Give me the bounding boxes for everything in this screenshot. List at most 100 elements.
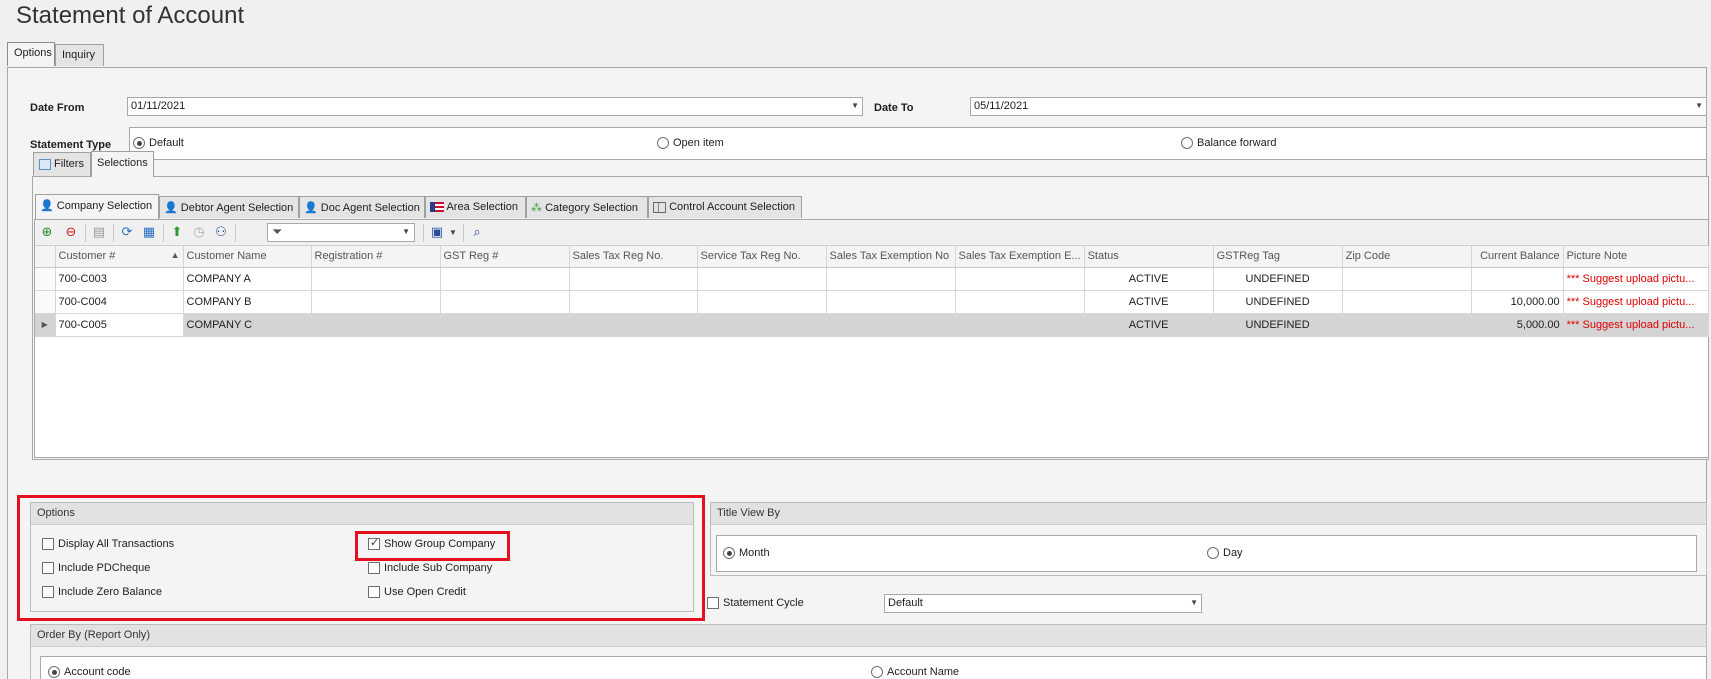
- checkbox-icon[interactable]: [42, 562, 54, 575]
- cell-current-balance[interactable]: [1471, 267, 1564, 291]
- header-gst-reg[interactable]: GST Reg #: [440, 246, 570, 268]
- cell-sales-tax-exemption-no[interactable]: [826, 267, 956, 291]
- cell-picture-note[interactable]: *** Suggest upload pictu...: [1563, 290, 1709, 314]
- header-status[interactable]: Status: [1084, 246, 1214, 268]
- radio-icon[interactable]: [48, 666, 60, 679]
- radio-icon[interactable]: [871, 666, 883, 679]
- grid-layout-icon[interactable]: ▦: [141, 225, 157, 241]
- title-view-month[interactable]: Month: [723, 547, 770, 560]
- include-sub-company-option[interactable]: Include Sub Company: [368, 562, 492, 575]
- include-pdcheque-option[interactable]: Include PDCheque: [42, 562, 150, 575]
- table-row-selected[interactable]: ▶ 700-C005 COMPANY C ACTIVE UNDEFINED 5,…: [35, 313, 1709, 337]
- tab-category-selection[interactable]: ⁂ Category Selection: [526, 196, 648, 218]
- header-customer-name[interactable]: Customer Name: [183, 246, 312, 268]
- checkbox-icon[interactable]: [42, 586, 54, 599]
- checkbox-checked-icon[interactable]: [368, 536, 380, 551]
- display-all-transactions-option[interactable]: Display All Transactions: [42, 538, 174, 551]
- include-zero-balance-option[interactable]: Include Zero Balance: [42, 586, 162, 599]
- move-up-icon[interactable]: ⬆: [169, 225, 185, 241]
- cell-sales-tax-exemption-e[interactable]: [955, 290, 1085, 314]
- header-registration[interactable]: Registration #: [311, 246, 441, 268]
- title-view-day[interactable]: Day: [1207, 547, 1243, 560]
- checkbox-icon[interactable]: [707, 597, 719, 610]
- radio-icon[interactable]: [1207, 547, 1219, 560]
- checkbox-icon[interactable]: [42, 538, 54, 551]
- cell-customer-name[interactable]: COMPANY B: [183, 290, 312, 314]
- header-sales-tax-exemption-no[interactable]: Sales Tax Exemption No: [826, 246, 956, 268]
- tab-inquiry[interactable]: Inquiry: [55, 44, 104, 66]
- binoculars-icon[interactable]: ⚇: [213, 225, 229, 241]
- cell-status[interactable]: ACTIVE: [1084, 267, 1214, 291]
- cell-zip-code[interactable]: [1342, 267, 1472, 291]
- order-by-account-code[interactable]: Account code: [48, 666, 131, 679]
- table-row[interactable]: 700-C004 COMPANY B ACTIVE UNDEFINED 10,0…: [35, 290, 1709, 314]
- cell-status[interactable]: ACTIVE: [1084, 313, 1214, 337]
- refresh-icon[interactable]: ⟳: [119, 225, 135, 241]
- tab-company-selection[interactable]: 👤 Company Selection: [35, 194, 159, 219]
- checkbox-icon[interactable]: [368, 586, 380, 599]
- cell-sales-tax-exemption-e[interactable]: [955, 313, 1085, 337]
- statement-type-balance-forward[interactable]: Balance forward: [1181, 137, 1277, 150]
- order-by-account-name[interactable]: Account Name: [871, 666, 959, 679]
- print-icon[interactable]: ▤: [91, 225, 107, 241]
- checkbox-icon[interactable]: [368, 562, 380, 575]
- cell-gst-reg[interactable]: [440, 313, 570, 337]
- cell-sales-tax-exemption-e[interactable]: [955, 267, 1085, 291]
- header-service-tax-reg[interactable]: Service Tax Reg No.: [697, 246, 827, 268]
- cell-sales-tax-exemption-no[interactable]: [826, 313, 956, 337]
- filter-dropdown[interactable]: ⏷ ▼: [267, 223, 415, 242]
- tab-filters[interactable]: Filters: [33, 152, 91, 176]
- cell-zip-code[interactable]: [1342, 290, 1472, 314]
- cell-status[interactable]: ACTIVE: [1084, 290, 1214, 314]
- cell-gst-reg[interactable]: [440, 290, 570, 314]
- cell-zip-code[interactable]: [1342, 313, 1472, 337]
- cell-customer-number[interactable]: 700-C005: [55, 313, 184, 337]
- chevron-down-icon[interactable]: ▼: [1190, 598, 1198, 607]
- use-open-credit-option[interactable]: Use Open Credit: [368, 586, 466, 599]
- header-sales-tax-reg[interactable]: Sales Tax Reg No.: [569, 246, 698, 268]
- radio-icon[interactable]: [133, 137, 145, 150]
- chevron-down-icon[interactable]: ▼: [449, 228, 457, 237]
- header-gstreg-tag[interactable]: GSTReg Tag: [1213, 246, 1343, 268]
- chevron-down-icon[interactable]: ▼: [851, 101, 859, 110]
- cell-picture-note[interactable]: *** Suggest upload pictu...: [1563, 267, 1709, 291]
- cell-customer-name[interactable]: COMPANY C: [183, 313, 312, 337]
- tab-debtor-agent-selection[interactable]: 👤 Debtor Agent Selection: [159, 196, 299, 218]
- radio-icon[interactable]: [1181, 137, 1193, 150]
- cell-gst-reg[interactable]: [440, 267, 570, 291]
- cell-service-tax-reg[interactable]: [697, 290, 827, 314]
- search-icon[interactable]: ⌕: [469, 225, 485, 241]
- save-icon[interactable]: ▣: [429, 225, 445, 241]
- statement-cycle-option[interactable]: Statement Cycle: [707, 597, 804, 610]
- cell-sales-tax-exemption-no[interactable]: [826, 290, 956, 314]
- tab-options[interactable]: Options: [7, 42, 55, 66]
- chevron-down-icon[interactable]: ▼: [1695, 101, 1703, 110]
- cell-current-balance[interactable]: 5,000.00: [1471, 313, 1564, 337]
- tab-area-selection[interactable]: Area Selection: [425, 196, 526, 218]
- cell-customer-number[interactable]: 700-C003: [55, 267, 184, 291]
- cell-gstreg-tag[interactable]: UNDEFINED: [1213, 267, 1343, 291]
- tab-doc-agent-selection[interactable]: 👤 Doc Agent Selection: [299, 196, 425, 218]
- cell-service-tax-reg[interactable]: [697, 313, 827, 337]
- statement-cycle-dropdown[interactable]: Default ▼: [884, 594, 1202, 613]
- cell-registration[interactable]: [311, 313, 441, 337]
- statement-type-default[interactable]: Default: [133, 137, 184, 150]
- cell-registration[interactable]: [311, 290, 441, 314]
- cell-customer-name[interactable]: COMPANY A: [183, 267, 312, 291]
- cell-customer-number[interactable]: 700-C004: [55, 290, 184, 314]
- cell-gstreg-tag[interactable]: UNDEFINED: [1213, 313, 1343, 337]
- cell-registration[interactable]: [311, 267, 441, 291]
- date-from-field[interactable]: 01/11/2021 ▼: [127, 97, 863, 116]
- radio-icon[interactable]: [657, 137, 669, 150]
- cell-sales-tax-reg[interactable]: [569, 267, 698, 291]
- tab-selections[interactable]: Selections: [91, 151, 154, 177]
- header-zip-code[interactable]: Zip Code: [1342, 246, 1472, 268]
- chevron-down-icon[interactable]: ▼: [402, 227, 410, 236]
- cell-service-tax-reg[interactable]: [697, 267, 827, 291]
- cell-current-balance[interactable]: 10,000.00: [1471, 290, 1564, 314]
- statement-type-open-item[interactable]: Open item: [657, 137, 724, 150]
- table-row[interactable]: 700-C003 COMPANY A ACTIVE UNDEFINED *** …: [35, 267, 1709, 291]
- show-group-company-option[interactable]: Show Group Company: [368, 536, 495, 551]
- tab-control-account-selection[interactable]: Control Account Selection: [648, 196, 802, 218]
- header-picture-note[interactable]: Picture Note: [1563, 246, 1709, 268]
